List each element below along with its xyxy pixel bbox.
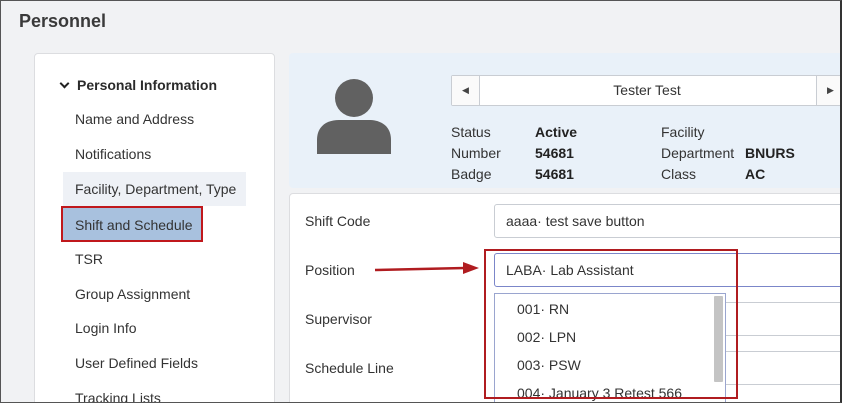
caret-right-icon: ▶ <box>827 85 834 95</box>
department-value: BNURS <box>745 145 795 161</box>
avatar-icon <box>317 79 391 154</box>
sidebar-item-notifications[interactable]: Notifications <box>63 137 246 171</box>
shift-code-label: Shift Code <box>305 213 371 229</box>
dropdown-option[interactable]: 001· RN <box>517 301 569 317</box>
dropdown-scrollbar[interactable] <box>714 296 723 382</box>
previous-employee-button[interactable]: ◀ <box>452 76 480 105</box>
supervisor-label: Supervisor <box>305 311 372 327</box>
sidebar-section-label: Personal Information <box>77 77 218 93</box>
class-label: Class <box>661 166 697 182</box>
badge-label: Badge <box>451 166 492 182</box>
page-title: Personnel <box>19 11 107 31</box>
status-value: Active <box>535 124 578 140</box>
sidebar-item-shift-and-schedule[interactable]: Shift and Schedule <box>61 206 203 242</box>
position-field[interactable]: LABA· Lab Assistant <box>494 253 840 287</box>
annotation-arrow-icon <box>374 262 479 274</box>
sidebar-item-tsr[interactable]: TSR <box>63 242 246 276</box>
caret-left-icon: ◀ <box>462 85 469 95</box>
number-value: 54681 <box>535 145 574 161</box>
department-label: Department <box>661 145 735 161</box>
position-dropdown-list: 001· RN 002· LPN 003· PSW 004· January 3… <box>494 293 726 402</box>
sidebar-item-login-info[interactable]: Login Info <box>63 311 246 345</box>
sidebar-item-user-defined-fields[interactable]: User Defined Fields <box>63 346 246 380</box>
sidebar-item-tracking-lists[interactable]: Tracking Lists <box>63 381 246 402</box>
chevron-down-icon <box>59 78 70 88</box>
sidebar-item-facility-department-type[interactable]: Facility, Department, Type <box>63 172 246 206</box>
shift-code-field[interactable]: aaaa· test save button <box>494 204 840 238</box>
facility-label: Facility <box>661 124 705 140</box>
position-label: Position <box>305 262 355 278</box>
dropdown-option[interactable]: 004· January 3 Retest 566 <box>517 385 682 401</box>
dropdown-option[interactable]: 003· PSW <box>517 357 581 373</box>
schedule-line-label: Schedule Line <box>305 360 394 376</box>
personnel-window: Personnel Personal Information Name and … <box>0 0 842 403</box>
class-value: AC <box>745 166 766 182</box>
sidebar-section-personal-information[interactable]: Personal Information <box>59 77 218 93</box>
shift-schedule-form: Shift Code aaaa· test save button Positi… <box>289 193 840 402</box>
sidebar-item-name-and-address[interactable]: Name and Address <box>63 102 246 136</box>
status-label: Status <box>451 124 491 140</box>
employee-name: Tester Test <box>613 82 681 98</box>
sidebar-item-group-assignment[interactable]: Group Assignment <box>63 277 246 311</box>
profile-panel: ◀ Tester Test ▶ Status Active Number 546… <box>289 53 840 188</box>
badge-value: 54681 <box>535 166 574 182</box>
dropdown-option[interactable]: 002· LPN <box>517 329 576 345</box>
sidebar: Personal Information Name and Address No… <box>34 53 275 402</box>
employee-navigator: ◀ Tester Test ▶ <box>451 75 840 106</box>
next-employee-button[interactable]: ▶ <box>816 76 840 105</box>
number-label: Number <box>451 145 501 161</box>
